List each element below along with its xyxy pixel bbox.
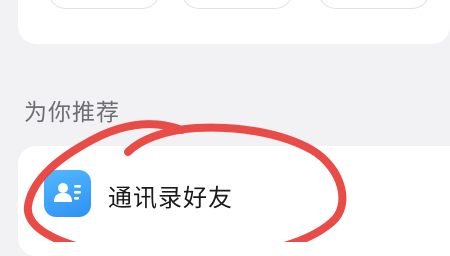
top-option-button-2[interactable] <box>181 0 293 9</box>
top-card <box>18 0 450 44</box>
list-item-label: 通讯录好友 <box>108 184 233 212</box>
top-option-button-1[interactable] <box>48 0 160 9</box>
recommend-list: 通讯录好友 <box>18 146 450 256</box>
section-title: 为你推荐 <box>24 100 120 126</box>
list-item-contacts-friends[interactable]: 通讯录好友 <box>18 146 450 242</box>
top-option-button-3[interactable] <box>318 0 430 9</box>
contacts-icon <box>44 170 91 217</box>
